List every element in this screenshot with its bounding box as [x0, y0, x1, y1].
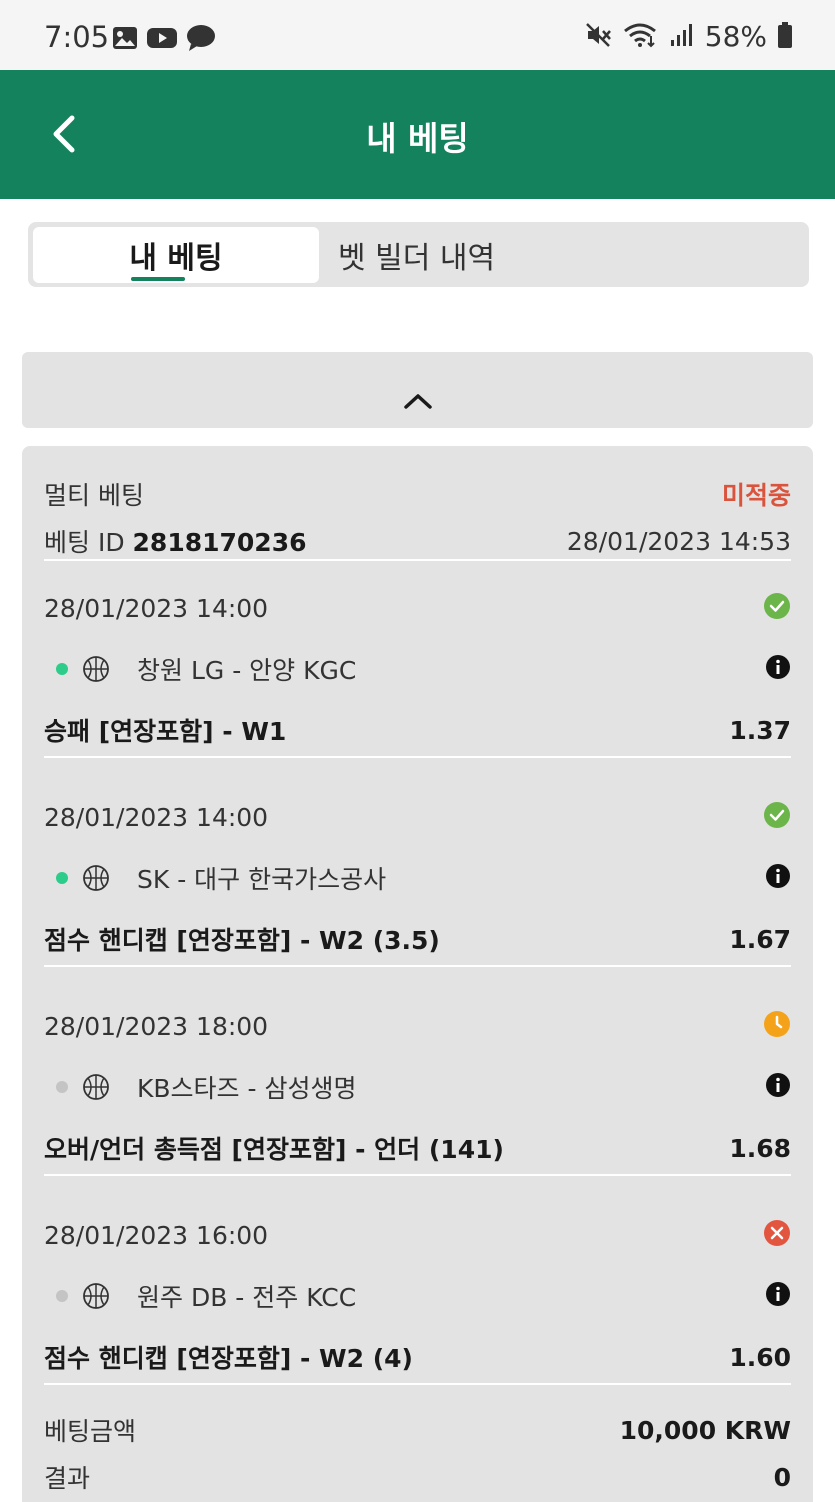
payout-label: 결과 [44, 1464, 91, 1493]
bet-id: 베팅 ID 2818170236 [44, 528, 307, 557]
stake-value: 10,000 KRW [619, 1415, 791, 1445]
page-title: 내 베팅 [366, 119, 469, 158]
selection-match[interactable]: 원주 DB - 전주 KCC [44, 1278, 791, 1314]
tab-bet-builder-history[interactable]: 벳 빌더 내역 [324, 227, 564, 283]
bet-type: 멀티 베팅 [44, 481, 144, 510]
status-time: 7:05 [44, 20, 110, 54]
app-header: 내 베팅 [0, 70, 835, 199]
battery-icon [777, 21, 793, 53]
selection-market-row: 오버/언더 총득점 [연장포함] - 언더 (141) 1.68 [44, 1130, 791, 1166]
check-circle-icon [763, 801, 791, 833]
info-icon[interactable] [765, 1072, 791, 1102]
info-icon[interactable] [765, 654, 791, 684]
active-tab-indicator [131, 277, 185, 281]
tab-bar: 내 베팅 벳 빌더 내역 [28, 222, 809, 287]
battery-text: 58% [704, 20, 767, 53]
payout-row: 결과 0 [44, 1459, 791, 1495]
selection-datetime: 28/01/2023 14:00 [44, 802, 269, 832]
selection-header: 28/01/2023 14:00 [44, 801, 791, 833]
selection-datetime: 28/01/2023 16:00 [44, 1220, 269, 1250]
bet-placed-at: 28/01/2023 14:53 [566, 526, 791, 556]
odds-value: 1.37 [729, 715, 791, 745]
signal-icon [669, 22, 695, 52]
divider [44, 1383, 791, 1385]
tab-my-bets[interactable]: 내 베팅 [33, 227, 319, 283]
idle-indicator-dot [56, 1081, 68, 1093]
basketball-icon [82, 1282, 110, 1310]
divider [44, 1174, 791, 1176]
divider [44, 965, 791, 967]
chevron-up-icon [403, 394, 432, 409]
market-name: 오버/언더 총득점 [연장포함] - 언더 (141) [44, 1135, 504, 1164]
odds-value: 1.60 [729, 1342, 791, 1372]
status-bar: 7:05 58% [0, 0, 835, 70]
match-name: 창원 LG - 안양 KGC [137, 656, 357, 685]
info-icon[interactable] [765, 1281, 791, 1311]
market-name: 점수 핸디캡 [연장포함] - W2 (3.5) [44, 926, 440, 955]
wifi-icon [623, 22, 659, 52]
basketball-icon [82, 655, 110, 683]
check-circle-icon [763, 592, 791, 624]
market-name: 승패 [연장포함] - W1 [44, 717, 287, 746]
image-icon [112, 26, 138, 54]
match-name: SK - 대구 한국가스공사 [137, 865, 387, 894]
match-name: 원주 DB - 전주 KCC [137, 1283, 357, 1312]
live-indicator-dot [56, 872, 68, 884]
selection-match[interactable]: 창원 LG - 안양 KGC [44, 651, 791, 687]
clock-icon [763, 1010, 791, 1042]
market-name: 점수 핸디캡 [연장포함] - W2 (4) [44, 1344, 413, 1373]
collapse-toggle[interactable] [22, 352, 813, 428]
odds-value: 1.68 [729, 1133, 791, 1163]
info-icon[interactable] [765, 863, 791, 893]
selection-market-row: 점수 핸디캡 [연장포함] - W2 (3.5) 1.67 [44, 921, 791, 957]
youtube-icon [146, 26, 178, 54]
stake-label: 베팅금액 [44, 1417, 137, 1446]
selection-market-row: 승패 [연장포함] - W1 1.37 [44, 712, 791, 748]
live-indicator-dot [56, 663, 68, 675]
cross-circle-icon [763, 1219, 791, 1251]
selection-header: 28/01/2023 18:00 [44, 1010, 791, 1042]
selection-match[interactable]: KB스타즈 - 삼성생명 [44, 1069, 791, 1105]
selection-market-row: 점수 핸디캡 [연장포함] - W2 (4) 1.60 [44, 1339, 791, 1375]
divider [44, 756, 791, 758]
selection-header: 28/01/2023 14:00 [44, 592, 791, 624]
match-name: KB스타즈 - 삼성생명 [137, 1074, 357, 1103]
divider [44, 559, 791, 561]
basketball-icon [82, 1073, 110, 1101]
bet-status-badge: 미적중 [721, 481, 791, 510]
mute-icon [585, 22, 613, 52]
basketball-icon [82, 864, 110, 892]
payout-value: 0 [773, 1462, 791, 1492]
idle-indicator-dot [56, 1290, 68, 1302]
odds-value: 1.67 [729, 924, 791, 954]
stake-row: 베팅금액 10,000 KRW [44, 1412, 791, 1448]
selection-header: 28/01/2023 16:00 [44, 1219, 791, 1251]
selection-datetime: 28/01/2023 18:00 [44, 1011, 269, 1041]
selection-match[interactable]: SK - 대구 한국가스공사 [44, 860, 791, 896]
selection-datetime: 28/01/2023 14:00 [44, 593, 269, 623]
bet-card: 멀티 베팅 미적중 베팅 ID 2818170236 28/01/2023 14… [22, 446, 813, 1502]
chat-icon [186, 24, 216, 56]
